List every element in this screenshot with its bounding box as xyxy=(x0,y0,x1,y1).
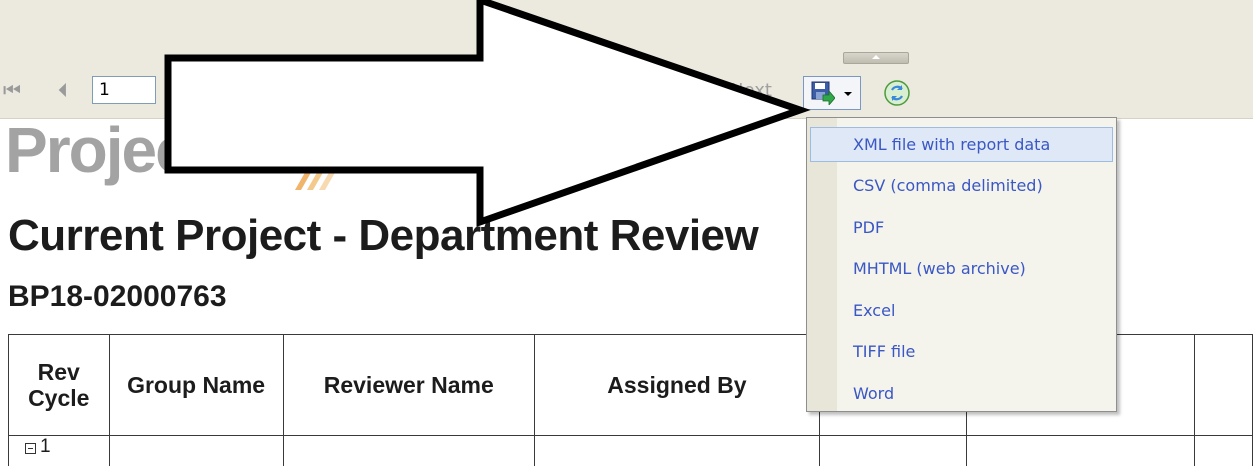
report-viewer: ⏮ ⏴ Next ProjectDox Current Project xyxy=(0,0,1253,466)
menu-item-xml[interactable]: XML file with report data xyxy=(810,127,1113,162)
menu-item-csv[interactable]: CSV (comma delimited) xyxy=(810,168,1113,203)
menu-item-tiff[interactable]: TIFF file xyxy=(810,334,1113,369)
menu-item-mhtml[interactable]: MHTML (web archive) xyxy=(810,251,1113,286)
menu-item-pdf[interactable]: PDF xyxy=(810,210,1113,245)
menu-item-excel[interactable]: Excel xyxy=(810,293,1113,328)
menu-item-word[interactable]: Word xyxy=(810,376,1113,411)
export-format-menu: XML file with report data CSV (comma del… xyxy=(806,117,1117,412)
